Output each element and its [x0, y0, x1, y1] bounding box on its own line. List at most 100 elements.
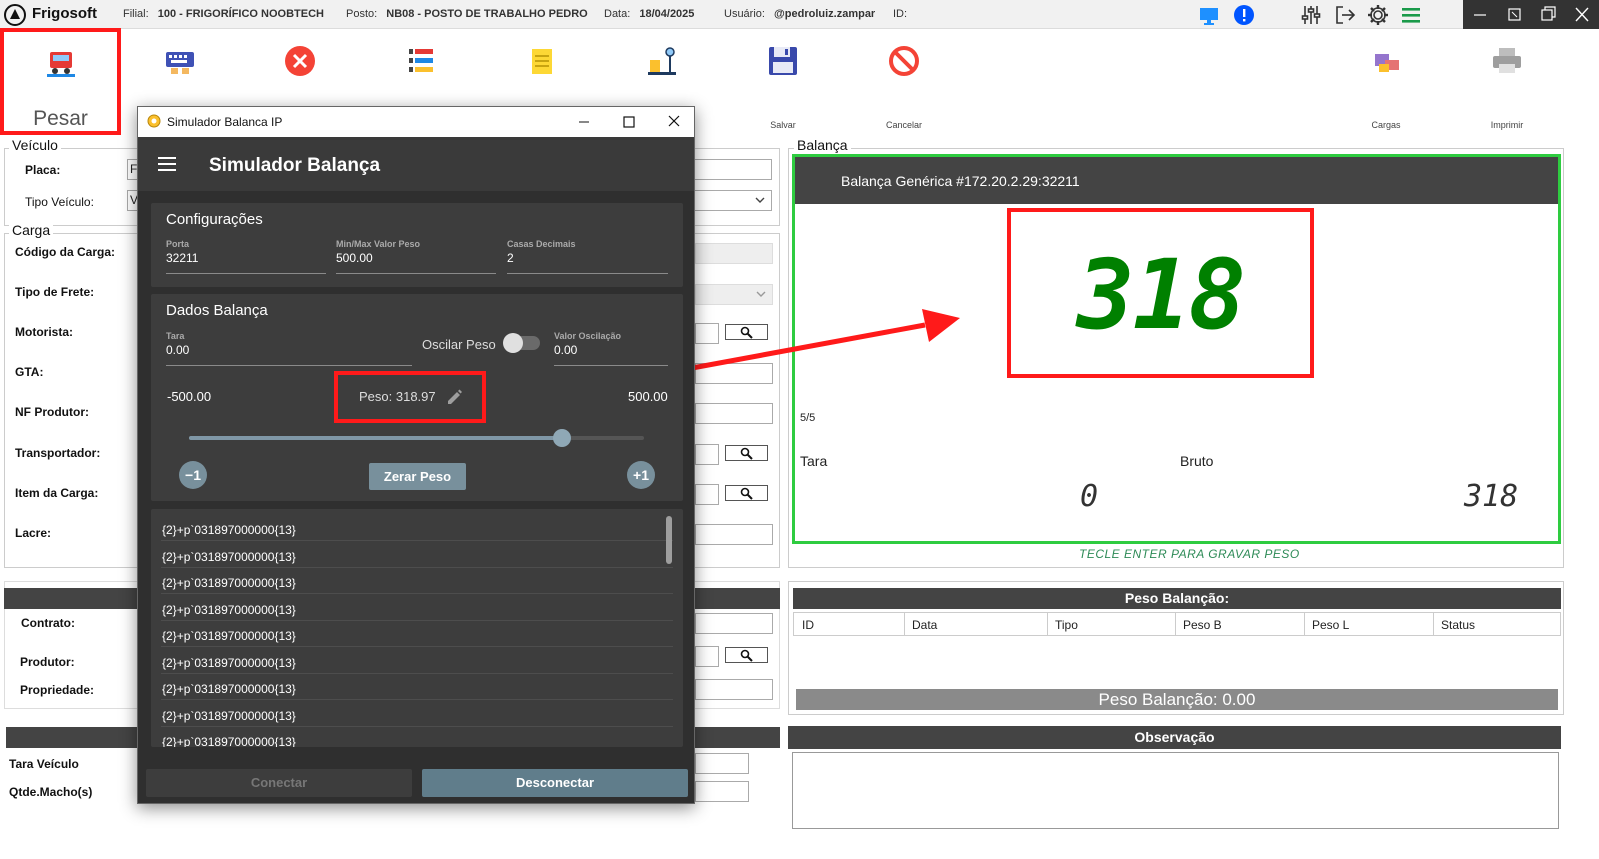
close-icon[interactable] [1565, 0, 1599, 29]
transportador-input[interactable] [695, 444, 719, 465]
salvar-label: Salvar [770, 120, 796, 130]
search-icon [740, 649, 753, 662]
peso-highlight [334, 371, 486, 423]
item-carga-label: Item da Carga: [15, 486, 99, 500]
log-line-partial: {2}+p`031897000000{13} [162, 735, 296, 747]
placa-label: Placa: [25, 163, 61, 177]
posto-value: NB08 - POSTO DE TRABALHO PEDRO [386, 8, 588, 20]
propriedade-input[interactable] [695, 679, 773, 700]
tara-veiculo-label: Tara Veículo [9, 757, 79, 771]
cargo-icon [1375, 54, 1399, 72]
log-scrollbar[interactable] [666, 516, 672, 564]
col-peso-b: Peso B [1183, 618, 1222, 632]
conectar-button[interactable]: Conectar [146, 769, 412, 797]
sim-tara-value[interactable]: 0.00 [166, 343, 189, 357]
title-bar: Frigosoft Filial: 100 - FRIGORÍFICO NOOB… [0, 0, 1599, 29]
tara-veiculo-input[interactable] [695, 753, 749, 774]
gta-input[interactable] [695, 363, 773, 384]
pesar-button[interactable]: Pesar [0, 28, 121, 135]
minmax-value[interactable]: 500.00 [336, 251, 373, 265]
alert-icon[interactable] [1232, 3, 1256, 27]
salvar-button[interactable]: Salvar [723, 30, 843, 135]
maximize-icon[interactable] [613, 107, 647, 137]
gear-icon[interactable] [1366, 3, 1390, 27]
oscilar-label: Oscilar Peso [422, 337, 496, 352]
cargas-button[interactable]: Cargas [1326, 30, 1446, 135]
delete-circle-icon [285, 46, 315, 76]
menu-icon[interactable] [1399, 3, 1423, 27]
chevron-down-icon [756, 291, 766, 297]
filial-label: Filial: [123, 8, 149, 20]
simulator-window-title: Simulador Balanca IP [167, 115, 283, 129]
veiculo-legend: Veículo [9, 137, 61, 153]
app-brand: Frigosoft [32, 5, 97, 22]
lacre-input[interactable] [695, 524, 773, 545]
item-carga-input[interactable] [695, 484, 719, 505]
transportador-search-button[interactable] [725, 445, 768, 461]
casas-value[interactable]: 2 [507, 251, 514, 265]
zerar-peso-button[interactable]: Zerar Peso [369, 463, 466, 490]
item-carga-search-button[interactable] [725, 485, 768, 501]
restore-icon[interactable] [1497, 0, 1531, 29]
peso-slider[interactable] [189, 429, 644, 447]
search-icon [740, 447, 753, 460]
observacao-textarea[interactable] [792, 752, 1559, 829]
logout-icon[interactable] [1333, 3, 1357, 27]
monitor-icon[interactable] [1197, 3, 1221, 27]
id-label: ID: [893, 8, 908, 20]
qtde-macho-input[interactable] [695, 781, 749, 802]
col-data: Data [912, 618, 938, 632]
config-card: Configurações Porta 32211 Min/Max Valor … [151, 203, 683, 287]
log-divider [161, 725, 673, 727]
cargas-label: Cargas [1371, 120, 1401, 130]
close-icon[interactable] [658, 107, 692, 137]
weight-display-highlight: 318 [1007, 208, 1314, 378]
porta-label: Porta [166, 239, 190, 249]
toggle-knob [503, 333, 523, 353]
cancelar-button[interactable]: Cancelar [844, 30, 964, 135]
maximize-icon[interactable] [1531, 0, 1565, 29]
minimize-icon[interactable] [1463, 0, 1497, 29]
motorista-search-button[interactable] [725, 324, 768, 340]
imprimir-label: Imprimir [1490, 120, 1524, 130]
simulator-title-bar: Simulador Balanca IP [138, 107, 694, 137]
log-divider [161, 672, 673, 674]
produtor-input[interactable] [695, 646, 719, 667]
usuario-value: @pedroluiz.zampar [774, 8, 876, 20]
notepad-icon [532, 49, 552, 74]
balanca-counter: 5/5 [800, 412, 816, 424]
minus-one-button[interactable]: −1 [179, 461, 207, 489]
codigo-carga-input[interactable] [695, 243, 773, 264]
tipo-veiculo-label: Tipo Veículo: [25, 195, 94, 209]
posto-label: Posto: [346, 8, 378, 20]
produtor-search-button[interactable] [725, 647, 768, 663]
oscilar-toggle[interactable] [503, 333, 540, 353]
peso-slider-fill [189, 436, 563, 440]
peso-balancao-total: Peso Balanção: 0.00 [796, 689, 1558, 710]
desconectar-button[interactable]: Desconectar [422, 769, 688, 797]
tipo-frete-select[interactable] [695, 284, 773, 305]
config-title: Configurações [166, 211, 263, 228]
nf-produtor-input[interactable] [695, 403, 773, 424]
peso-slider-thumb[interactable] [553, 429, 572, 447]
motorista-input[interactable] [695, 323, 719, 344]
hamburger-menu-icon[interactable] [158, 157, 176, 171]
imprimir-button[interactable]: Imprimir [1447, 30, 1567, 135]
plus-one-button[interactable]: +1 [627, 461, 655, 489]
log-line: {2}+p`031897000000{13} [162, 682, 296, 696]
col-status: Status [1441, 618, 1476, 632]
log-divider [161, 619, 673, 621]
carga-legend: Carga [9, 222, 54, 238]
minimize-icon[interactable] [568, 107, 602, 137]
enter-hint: TECLE ENTER PARA GRAVAR PESO [1079, 547, 1300, 561]
valor-osc-value[interactable]: 0.00 [554, 343, 577, 357]
qtde-macho-label: Qtde.Macho(s) [9, 785, 93, 799]
peso-balancao-table-header: ID Data Tipo Peso B Peso L Status [793, 612, 1561, 636]
contrato-input[interactable] [695, 613, 773, 634]
simulator-window: Simulador Balanca IP Simulador Balança C… [137, 106, 695, 804]
sliders-icon[interactable] [1299, 3, 1323, 27]
data-label: Data: [604, 8, 631, 20]
log-divider [161, 699, 673, 700]
dados-title: Dados Balança [166, 302, 268, 319]
porta-value[interactable]: 32211 [166, 251, 198, 265]
